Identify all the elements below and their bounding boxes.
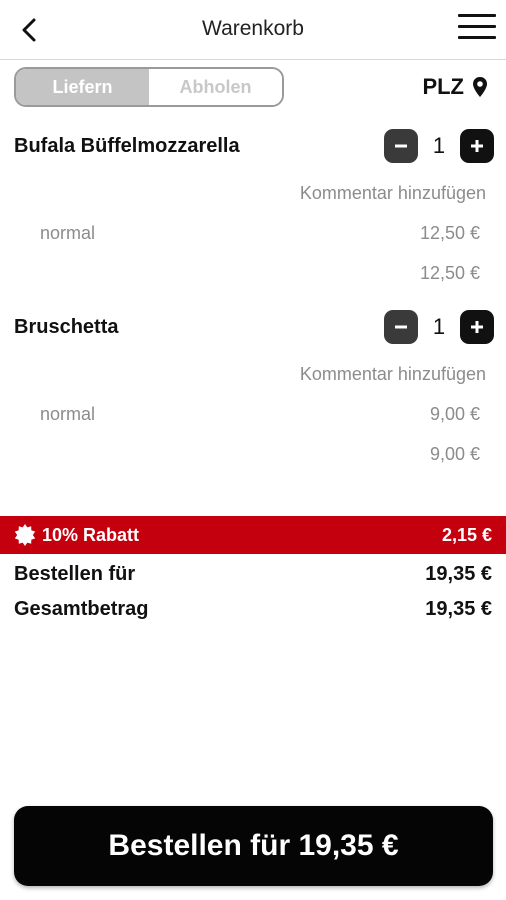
app-header: Warenkorb [0, 0, 506, 60]
toggle-option-liefern[interactable]: Liefern [16, 69, 149, 105]
item-line-total: 9,00 € [429, 444, 480, 464]
add-comment-link[interactable]: Kommentar hinzufügen [300, 364, 486, 385]
decrease-quantity-button[interactable] [384, 129, 418, 163]
minus-icon [395, 144, 407, 148]
increase-quantity-button[interactable] [460, 129, 494, 163]
quantity-value: 1 [432, 314, 446, 339]
item-variant: normal [40, 404, 96, 424]
variant-price: 9,00 € [429, 404, 480, 424]
location-pin-icon [473, 77, 487, 97]
item-name: Bufala Büffelmozzarella [14, 135, 240, 157]
hamburger-line [458, 25, 496, 28]
order-for-row: Bestellen für 19,35 € [14, 563, 492, 586]
discount-value: 2,15 € [441, 525, 492, 545]
page-title: Warenkorb [202, 17, 304, 40]
item-name: Bruschetta [14, 316, 119, 338]
item-variant: normal [40, 223, 96, 243]
plz-selector[interactable]: PLZ [422, 74, 488, 100]
variant-price: 12,50 € [419, 223, 480, 243]
order-for-label: Bestellen für [14, 563, 136, 585]
quantity-value: 1 [432, 133, 446, 158]
plus-icon [471, 321, 483, 333]
discount-badge-icon [14, 524, 36, 546]
increase-quantity-button[interactable] [460, 310, 494, 344]
quantity-stepper: 1 [384, 310, 494, 344]
discount-banner: 10% Rabatt 2,15 € [0, 516, 506, 554]
total-label: Gesamtbetrag [14, 598, 149, 620]
plus-icon [471, 140, 483, 152]
total-row: Gesamtbetrag 19,35 € [14, 598, 492, 621]
total-value: 19,35 € [425, 598, 492, 620]
plz-label: PLZ [422, 74, 464, 99]
discount-label: 10% Rabatt [42, 525, 140, 545]
toggle-option-abholen[interactable]: Abholen [149, 69, 282, 105]
checkout-button[interactable]: Bestellen für 19,35 € [14, 806, 493, 886]
menu-button[interactable] [458, 14, 496, 44]
decrease-quantity-button[interactable] [384, 310, 418, 344]
add-comment-link[interactable]: Kommentar hinzufügen [300, 183, 486, 204]
minus-icon [395, 325, 407, 329]
order-for-value: 19,35 € [425, 563, 492, 585]
delivery-mode-toggle: Liefern Abholen [14, 67, 284, 107]
item-line-total: 12,50 € [419, 263, 480, 283]
hamburger-menu-icon [458, 14, 496, 17]
hamburger-line [458, 36, 496, 39]
quantity-stepper: 1 [384, 129, 494, 163]
